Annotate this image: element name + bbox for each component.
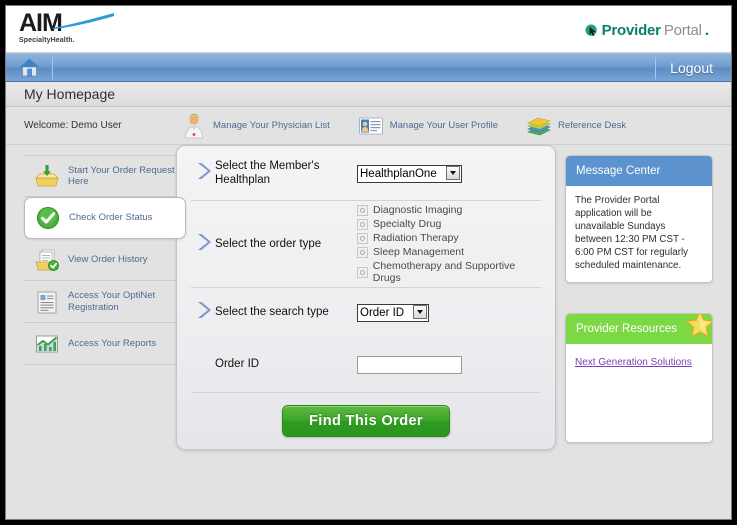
find-this-order-button[interactable]: Find This Order (282, 405, 450, 437)
brand-header: AIM SpecialtyHealth. Provider Portal. (6, 6, 731, 53)
star-icon (685, 314, 712, 338)
sidebar-item-view-order-history[interactable]: View Order History (24, 239, 186, 281)
order-type-option-specialty-drug[interactable]: Specialty Drug (357, 218, 541, 230)
inbox-download-icon (35, 165, 59, 187)
order-id-label: Order ID (215, 358, 260, 370)
radio-icon (357, 246, 368, 258)
sidebar-item-start-order-request[interactable]: Start Your Order Request Here (24, 155, 186, 197)
message-center-header: Message Center (566, 156, 712, 186)
quicklink-label: Manage Your User Profile (389, 120, 498, 131)
sidebar-item-access-reports[interactable]: Access Your Reports (24, 323, 186, 365)
radio-label: Sleep Management (373, 246, 465, 258)
folder-documents-icon (35, 249, 59, 271)
chevron-right-icon (191, 232, 215, 257)
sidebar-item-label: View Order History (68, 253, 148, 265)
order-type-row: Select the order type Diagnostic Imaging… (177, 201, 555, 287)
green-check-icon (37, 207, 59, 229)
sidebar-navigation: Start Your Order Request Here Check Orde… (24, 155, 186, 365)
radio-icon (357, 232, 368, 244)
search-type-row: Select the search type Order ID (177, 288, 555, 336)
chart-icon (36, 335, 58, 352)
next-generation-solutions-link[interactable]: Next Generation Solutions (575, 357, 692, 368)
quicklink-manage-physician-list[interactable]: Manage Your Physician List (181, 113, 330, 139)
home-icon (18, 58, 40, 77)
cursor-arrow-icon (585, 24, 597, 36)
home-button[interactable] (6, 58, 52, 77)
order-search-panel: Select the Member's Healthplan Healthpla… (176, 145, 556, 450)
quicklink-label: Manage Your Physician List (213, 120, 330, 131)
order-type-option-sleep-management[interactable]: Sleep Management (357, 246, 541, 258)
provider-portal-word-2: Portal (663, 22, 702, 39)
application-window: AIM SpecialtyHealth. Provider Portal. Lo… (5, 5, 732, 520)
order-type-option-chemotherapy[interactable]: Chemotherapy and Supportive Drugs (357, 260, 541, 284)
radio-label: Diagnostic Imaging (373, 204, 463, 216)
order-type-option-radiation-therapy[interactable]: Radiation Therapy (357, 232, 541, 244)
radio-label: Radiation Therapy (373, 232, 459, 244)
chevron-right-icon (191, 300, 215, 325)
message-center-text: The Provider Portal application will be … (575, 195, 689, 271)
search-type-label: Select the search type (215, 306, 329, 318)
main-navigation-bar: Logout (6, 53, 731, 82)
aim-logo-subtitle: SpecialtyHealth. (19, 37, 75, 44)
aim-swoosh-icon (52, 13, 114, 29)
message-center-widget: Message Center The Provider Portal appli… (565, 155, 713, 283)
order-type-label: Select the order type (215, 238, 322, 250)
quicklink-manage-user-profile[interactable]: Manage Your User Profile (358, 113, 498, 139)
sidebar-item-label: Access Your OptiNet Registration (68, 290, 156, 313)
chevron-right-icon (191, 161, 215, 186)
main-content: Start Your Order Request Here Check Orde… (6, 145, 731, 510)
nav-divider (52, 56, 53, 79)
physician-icon (185, 113, 203, 138)
quicklink-label: Reference Desk (557, 120, 627, 131)
document-lines-icon (37, 291, 57, 313)
provider-portal-word-1: Provider (601, 22, 661, 39)
breadcrumb: My Homepage (6, 82, 731, 107)
healthplan-label: Select the Member's Healthplan (215, 160, 320, 186)
search-type-select[interactable]: Order ID (357, 303, 429, 322)
sidebar-item-optinet-registration[interactable]: Access Your OptiNet Registration (24, 281, 186, 323)
radio-icon (357, 266, 368, 278)
sidebar-item-label: Start Your Order Request Here (68, 164, 175, 188)
welcome-bar: Welcome: Demo User Manage Your Physician… (6, 107, 731, 145)
provider-portal-dot: . (704, 22, 709, 39)
sidebar-item-label: Check Order Status (69, 212, 153, 224)
welcome-greeting: Welcome: Demo User (24, 120, 122, 131)
id-card-icon (358, 117, 383, 134)
books-icon (527, 117, 551, 135)
aim-logo: AIM SpecialtyHealth. (19, 11, 114, 49)
sidebar-item-check-order-status[interactable]: Check Order Status (24, 197, 186, 239)
order-type-option-diagnostic-imaging[interactable]: Diagnostic Imaging (357, 204, 541, 216)
radio-icon (357, 204, 368, 216)
quicklink-reference-desk[interactable]: Reference Desk (526, 113, 626, 139)
page-title: My Homepage (24, 86, 116, 102)
radio-label: Chemotherapy and Supportive Drugs (372, 260, 516, 284)
logout-link[interactable]: Logout (656, 60, 731, 76)
order-id-row: Order ID (177, 336, 555, 392)
radio-label: Specialty Drug (373, 218, 442, 230)
provider-portal-logo: Provider Portal. (585, 22, 709, 39)
healthplan-select[interactable]: HealthplanOne (357, 164, 462, 183)
radio-icon (357, 218, 368, 230)
healthplan-row: Select the Member's Healthplan Healthpla… (177, 146, 555, 200)
sidebar-item-label: Access Your Reports (68, 337, 157, 349)
provider-resources-widget: Provider Resources Next Generation Solut… (565, 313, 713, 443)
order-id-input[interactable] (357, 355, 462, 374)
order-type-radio-group: Diagnostic Imaging Specialty Drug Radiat… (357, 204, 541, 284)
